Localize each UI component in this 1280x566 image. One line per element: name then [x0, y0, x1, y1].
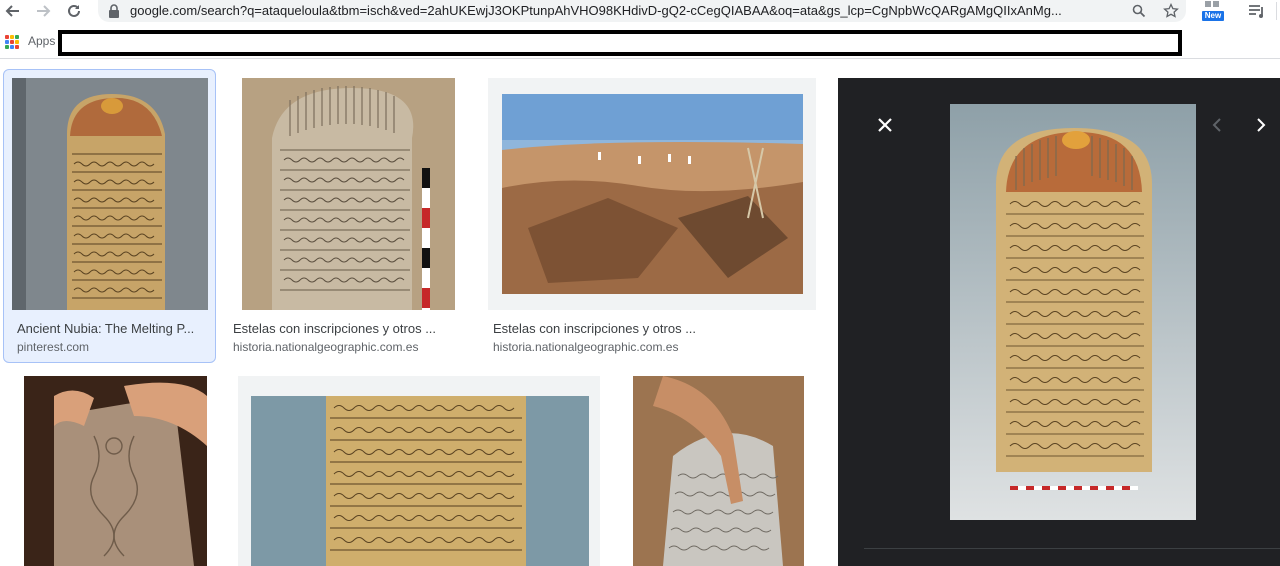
result-card-6[interactable] — [620, 376, 818, 566]
chevron-left-icon[interactable] — [1206, 114, 1228, 136]
close-icon[interactable] — [874, 114, 896, 136]
apps-grid-icon[interactable] — [5, 35, 19, 49]
lock-icon — [109, 4, 119, 18]
result-thumbnail-2[interactable] — [242, 78, 455, 310]
result-thumbnail-1[interactable] — [12, 78, 208, 310]
zoom-icon[interactable] — [1130, 2, 1148, 20]
result-card-5[interactable] — [238, 376, 602, 566]
result-card-2[interactable]: Estelas con inscripciones y otros ... hi… — [228, 78, 468, 358]
result-title[interactable]: Estelas con inscripciones y otros ... — [233, 321, 465, 336]
apps-label[interactable]: Apps — [28, 34, 55, 48]
chevron-right-icon[interactable] — [1250, 114, 1272, 136]
forward-icon[interactable] — [32, 0, 54, 22]
result-domain[interactable]: historia.nationalgeographic.com.es — [233, 340, 418, 354]
result-card-1[interactable]: Ancient Nubia: The Melting P... pinteres… — [3, 69, 216, 363]
browser-toolbar: google.com/search?q=ataqueloula&tbm=isch… — [0, 0, 1280, 22]
redacted-bookmarks — [58, 30, 1182, 56]
toolbar-divider — [1276, 2, 1277, 20]
result-domain[interactable]: pinterest.com — [17, 340, 89, 354]
playlist-icon[interactable] — [1246, 0, 1268, 22]
result-thumbnail-5[interactable] — [238, 376, 600, 566]
result-card-3[interactable]: Estelas con inscripciones y otros ... hi… — [488, 78, 818, 358]
result-thumbnail-3[interactable] — [488, 78, 816, 310]
result-card-4[interactable] — [10, 376, 216, 566]
url-text[interactable]: google.com/search?q=ataqueloula&tbm=isch… — [130, 3, 1120, 18]
result-thumbnail-4[interactable] — [24, 376, 207, 566]
star-icon[interactable] — [1162, 2, 1180, 20]
back-icon[interactable] — [2, 0, 24, 22]
image-preview-panel — [838, 78, 1280, 566]
extension-icon[interactable]: New — [1200, 0, 1226, 22]
extension-badge: New — [1204, 11, 1222, 20]
address-bar[interactable]: google.com/search?q=ataqueloula&tbm=isch… — [98, 0, 1186, 22]
reload-icon[interactable] — [63, 0, 85, 22]
preview-divider — [864, 548, 1280, 549]
result-domain[interactable]: historia.nationalgeographic.com.es — [493, 340, 678, 354]
result-title[interactable]: Ancient Nubia: The Melting P... — [17, 321, 207, 336]
result-thumbnail-6[interactable] — [633, 376, 804, 566]
preview-image[interactable] — [950, 104, 1196, 520]
bookmarks-bar: Apps — [0, 29, 1280, 59]
result-title[interactable]: Estelas con inscripciones y otros ... — [493, 321, 813, 336]
